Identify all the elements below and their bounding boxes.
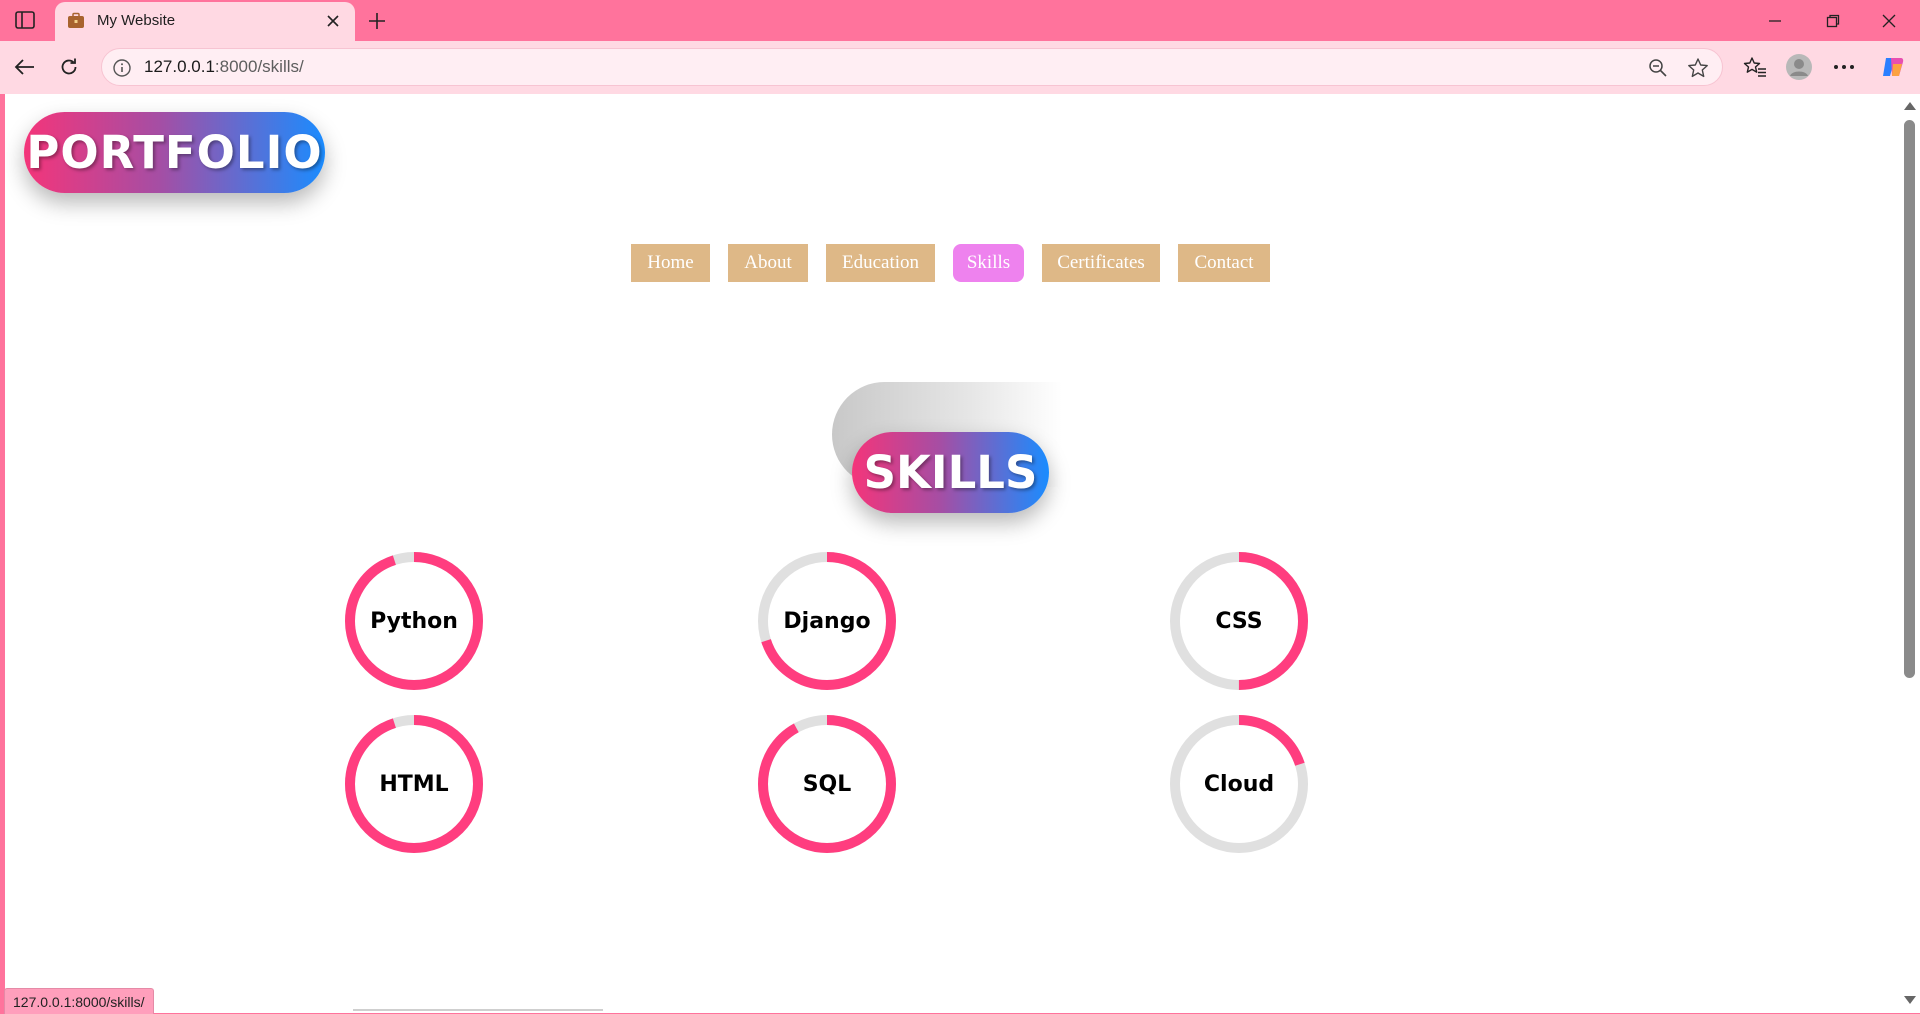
zoom-icon[interactable] [1645,55,1671,81]
skill-cloud: Cloud [1168,713,1310,855]
skill-html: HTML [343,713,485,855]
nav-skills[interactable]: Skills [953,244,1024,282]
nav-about[interactable]: About [728,244,808,282]
nav-certificates[interactable]: Certificates [1042,244,1160,282]
scroll-down-icon[interactable] [1904,996,1916,1004]
nav-contact[interactable]: Contact [1178,244,1270,282]
site-info-icon[interactable] [112,58,132,78]
more-options-icon[interactable] [1827,50,1861,84]
browser-toolbar: 127.0.0.1:8000/skills/ [0,41,1920,94]
skill-css: CSS [1168,550,1310,692]
close-tab-icon[interactable] [321,9,345,33]
new-tab-icon[interactable] [364,8,390,34]
skill-python: Python [343,550,485,692]
browser-tab[interactable]: My Website [55,2,355,41]
favorites-icon[interactable] [1738,50,1772,84]
restore-icon[interactable] [1810,6,1856,36]
skill-django: Django [756,550,898,692]
address-bar[interactable]: 127.0.0.1:8000/skills/ [101,48,1723,86]
skill-sql: SQL [756,713,898,855]
reload-icon[interactable] [52,50,86,84]
skill-label: HTML [379,771,449,797]
status-url: 127.0.0.1:8000/skills/ [4,988,154,1014]
url-text: 127.0.0.1:8000/skills/ [144,57,304,76]
scroll-up-icon[interactable] [1904,102,1916,110]
skill-label: CSS [1215,608,1263,634]
section-divider [353,1009,603,1011]
nav-education[interactable]: Education [826,244,935,282]
portfolio-logo[interactable]: PORTFOLIO [24,112,325,193]
favicon-icon [67,12,85,30]
skill-label: Django [783,608,871,634]
tab-title: My Website [97,12,176,29]
vertical-scrollbar[interactable] [1899,94,1920,1013]
profile-avatar-icon[interactable] [1782,50,1816,84]
skill-label: Cloud [1203,771,1275,797]
skill-label: SQL [802,771,852,797]
copilot-icon[interactable] [1876,50,1910,84]
nav-home[interactable]: Home [631,244,710,282]
minimize-icon[interactable] [1752,6,1798,36]
skills-title: SKILLS [852,432,1049,513]
tab-strip: My Website [0,0,1920,41]
favorite-star-icon[interactable] [1685,55,1711,81]
close-window-icon[interactable] [1866,6,1912,36]
scroll-thumb[interactable] [1904,120,1915,678]
tab-actions-icon[interactable] [12,9,38,31]
page-viewport: PORTFOLIO Home About Education Skills Ce… [5,94,1899,1013]
skill-label: Python [370,608,458,634]
back-icon[interactable] [7,50,41,84]
